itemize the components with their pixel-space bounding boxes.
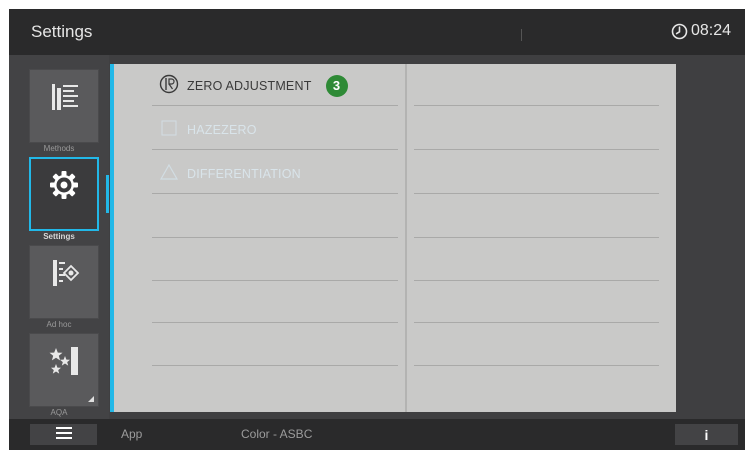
row-divider [414,149,659,150]
row-divider [152,365,398,366]
row-divider [152,149,398,150]
hamburger-icon [55,426,72,444]
row-divider [414,237,659,238]
list-item-label: DIFFERENTIATION [187,166,301,181]
device-frame: Settings 08:24 Methods Settings Ad hoc A… [0,0,754,458]
sidebar: Methods Settings Ad hoc AQA [9,55,109,419]
row-divider [414,365,659,366]
clock: 08:24 [671,22,731,40]
sidebar-item-methods-label: Methods [43,144,75,153]
bottom-bar: App Color - ASBC i [9,419,745,450]
list-item-label: HAZEZERO [187,122,257,137]
row-divider [414,193,659,194]
sidebar-item-settings[interactable] [29,157,99,231]
step-badge: 3 [325,74,348,97]
sidebar-item-adhoc[interactable] [29,245,99,319]
screen: Settings 08:24 Methods Settings Ad hoc A… [9,9,745,450]
clock-icon [671,23,688,40]
row-divider [152,322,398,323]
sidebar-active-indicator [106,175,109,213]
page-title: Settings [31,22,93,41]
settings-list-panel: ZERO ADJUSTMENT 3 HAZEZERO DIFFERENTIATI… [114,64,676,412]
row-divider [152,237,398,238]
row-divider [152,105,398,106]
blank-icon [159,118,179,141]
sidebar-item-settings-label: Settings [43,232,75,241]
corner-triangle-icon [88,396,94,402]
list-item-hazezero[interactable]: HAZEZERO [159,118,257,141]
row-divider [152,280,398,281]
list-item-differentiation[interactable]: DIFFERENTIATION [159,162,301,185]
row-divider [414,105,659,106]
zero-adjustment-icon [159,74,179,97]
top-bar-separator [521,29,522,41]
list-item-zero-adjustment[interactable]: ZERO ADJUSTMENT 3 [159,74,348,97]
triangle-icon [159,162,179,185]
clock-time: 08:24 [690,22,731,39]
list-item-label: ZERO ADJUSTMENT [187,78,312,93]
sidebar-item-adhoc-label: Ad hoc [46,320,72,329]
app-label: App [121,427,143,441]
sidebar-item-methods[interactable] [29,69,99,143]
info-button[interactable]: i [675,424,738,445]
top-bar: Settings 08:24 [9,9,745,55]
row-divider [152,193,398,194]
sidebar-item-aqa-label: AQA [50,408,68,417]
sidebar-item-aqa[interactable] [29,333,99,407]
row-divider [414,280,659,281]
column-divider [405,64,407,412]
menu-button[interactable] [30,424,97,445]
mode-label: Color - ASBC [241,427,313,441]
row-divider [414,322,659,323]
